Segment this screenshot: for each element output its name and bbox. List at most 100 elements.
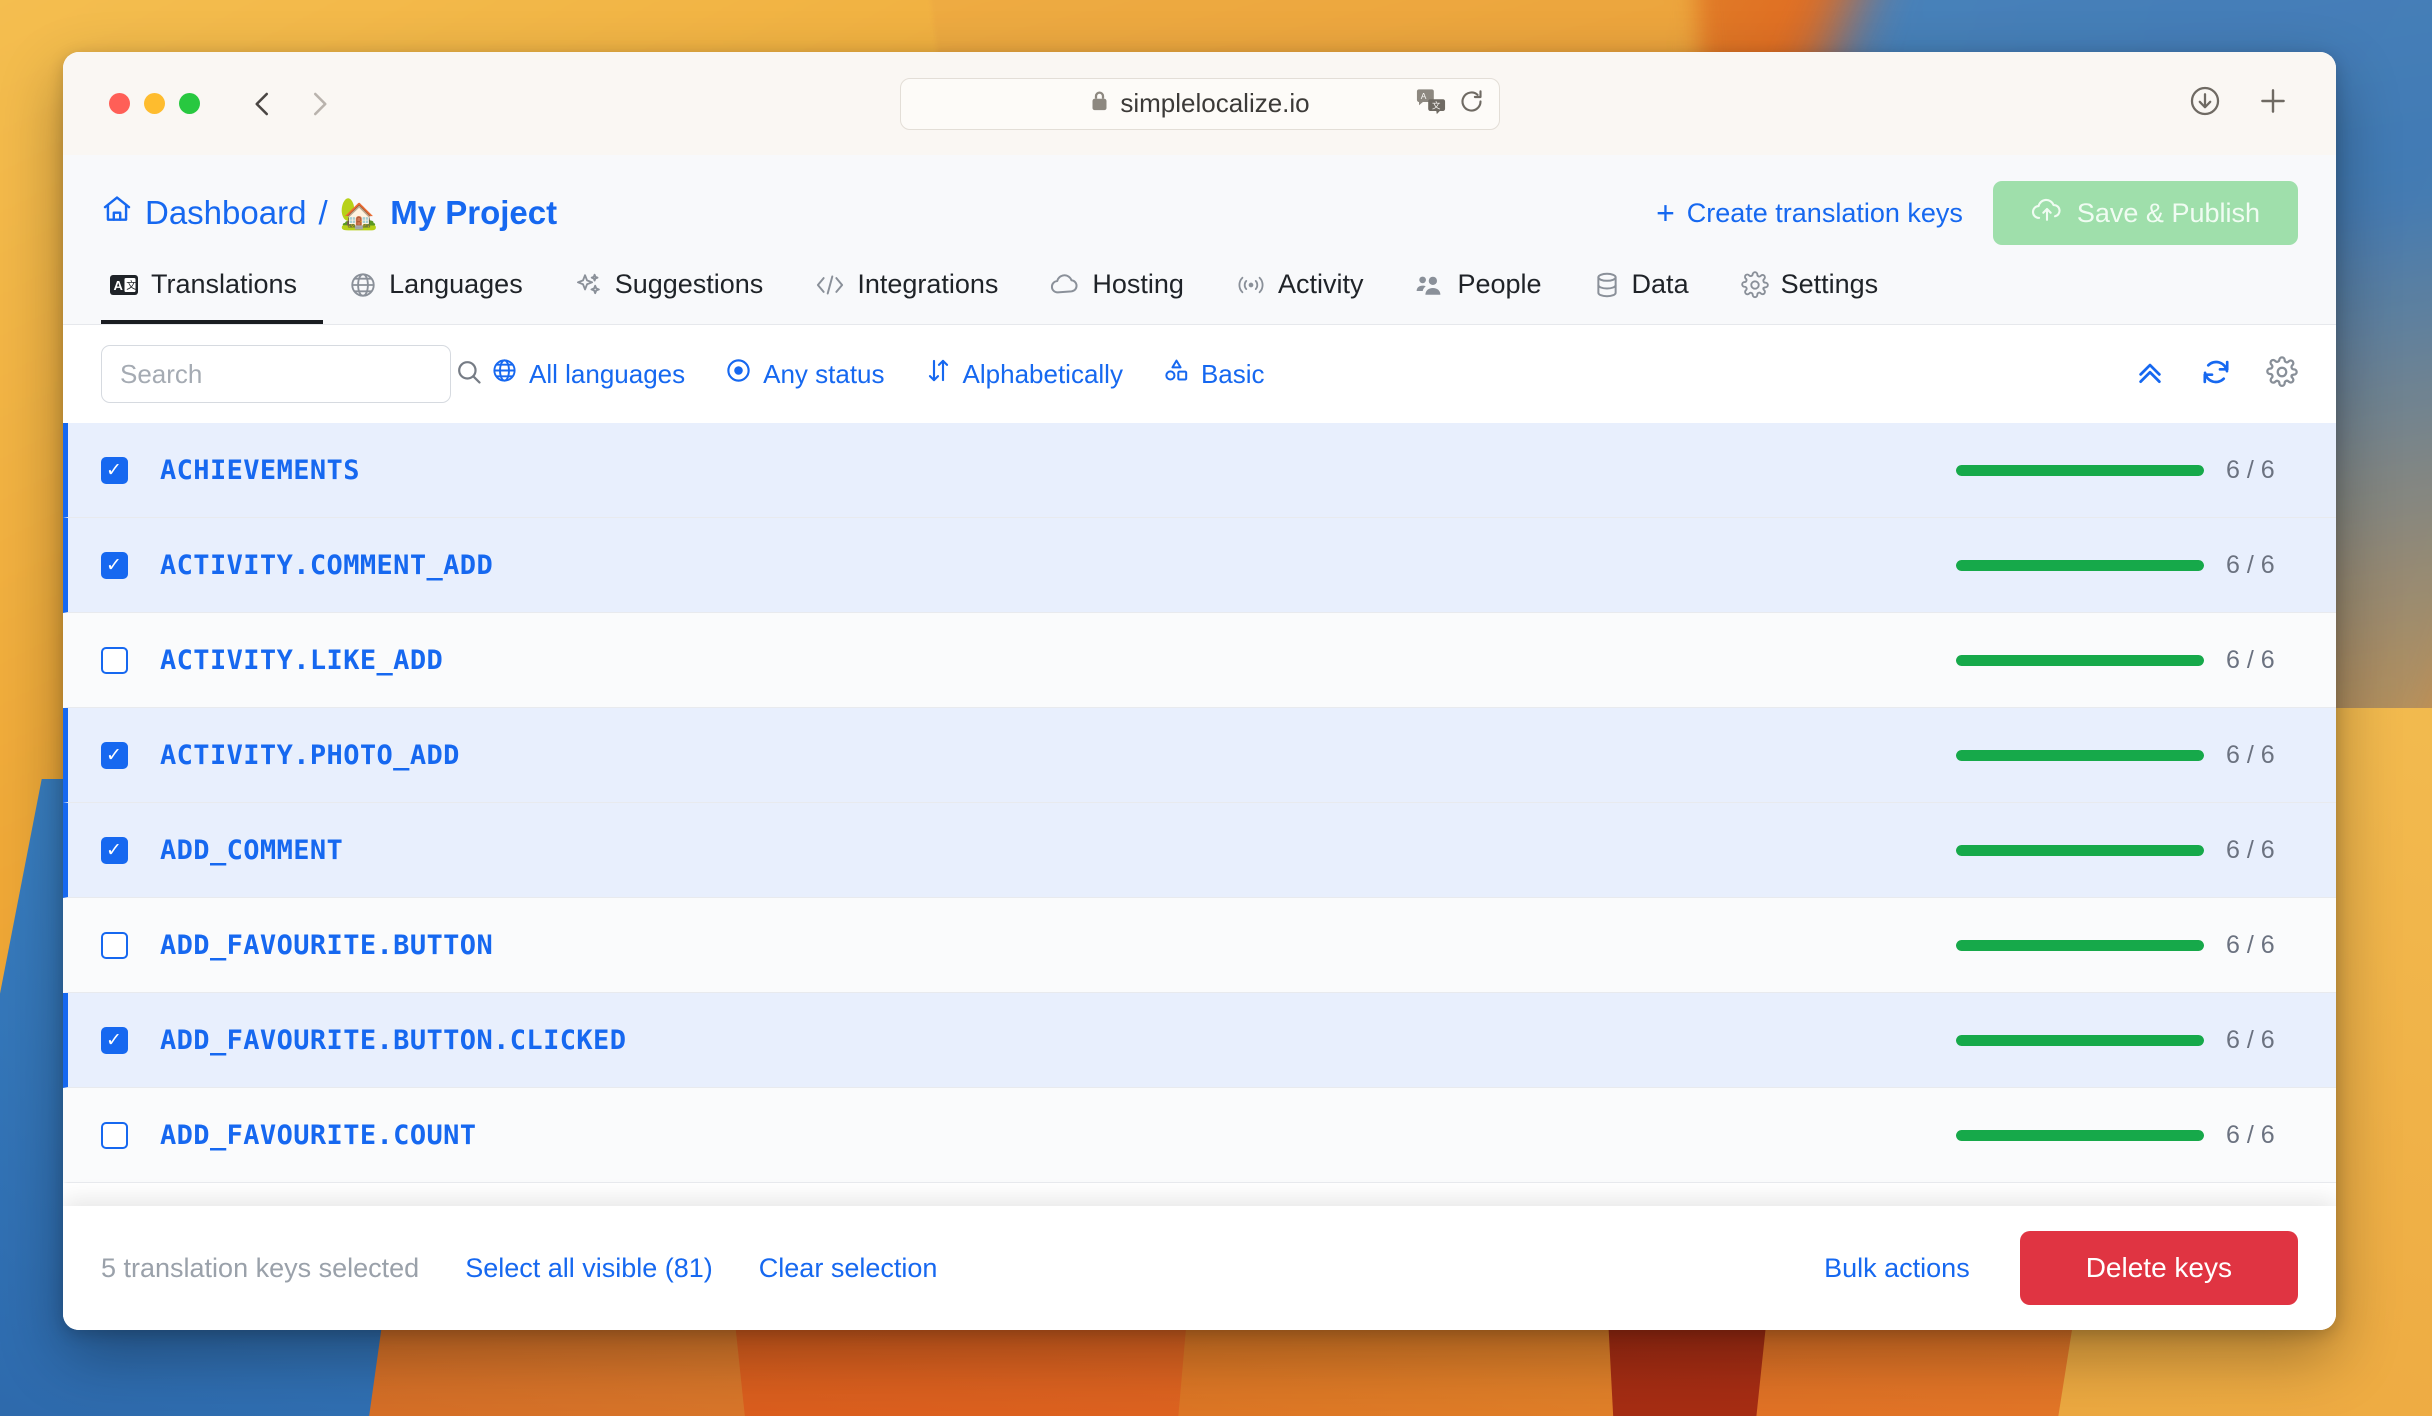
progress-count-label: 6 / 6 — [2226, 455, 2275, 484]
translation-key-label[interactable]: ADD_FAVOURITE.BUTTON — [160, 930, 493, 961]
gear-icon[interactable] — [2266, 355, 2298, 393]
refresh-icon[interactable] — [2200, 356, 2232, 393]
table-row[interactable]: ✓ ACHIEVEMENTS 6 / 6 — [63, 423, 2336, 518]
table-row[interactable]: ADD_FAVOURITE.BUTTON 6 / 6 — [63, 898, 2336, 993]
save-and-publish-button[interactable]: Save & Publish — [1992, 181, 2298, 245]
tab-settings[interactable]: Settings — [1715, 263, 1905, 324]
table-row[interactable]: ADD_FAVOURITE.COUNT 6 / 6 — [63, 1088, 2336, 1183]
collapse-all-icon[interactable] — [2134, 356, 2166, 393]
search-icon[interactable] — [455, 358, 483, 391]
breadcrumb-separator: / — [318, 194, 328, 231]
row-checkbox[interactable]: ✓ — [100, 1026, 128, 1054]
progress-bar — [1956, 464, 2204, 476]
filter-any-status[interactable]: Any status — [725, 357, 885, 391]
table-row[interactable]: ✓ ADD_FAVOURITE.BUTTON.CLICKED 6 / 6 — [63, 993, 2336, 1088]
progress-bar — [1956, 654, 2204, 666]
tab-label: People — [1457, 269, 1542, 299]
row-checkbox-cell[interactable]: ✓ — [68, 1026, 160, 1054]
row-checkbox-cell[interactable]: ✓ — [68, 456, 160, 484]
database-icon — [1594, 271, 1620, 299]
tab-people[interactable]: People — [1389, 263, 1567, 324]
forward-chevron-icon[interactable] — [304, 89, 334, 119]
translation-key-label[interactable]: ADD_FAVOURITE.BUTTON.CLICKED — [160, 1025, 626, 1056]
maximize-window-button[interactable] — [179, 93, 200, 114]
progress-bar — [1956, 1129, 2204, 1141]
translation-key-label[interactable]: ACHIEVEMENTS — [160, 455, 360, 486]
cloud-upload-icon — [2031, 196, 2063, 231]
tab-activity[interactable]: Activity — [1210, 263, 1390, 324]
table-row[interactable]: ✓ ACTIVITY.COMMENT_ADD 6 / 6 — [63, 518, 2336, 613]
address-bar[interactable]: simplelocalize.io A 文 — [899, 77, 1500, 130]
select-all-visible-button[interactable]: Select all visible (81) — [465, 1253, 713, 1284]
minimize-window-button[interactable] — [144, 93, 165, 114]
breadcrumb-dashboard-link[interactable]: Dashboard — [145, 194, 306, 232]
row-checkbox-cell[interactable] — [68, 646, 160, 674]
tab-label: Integrations — [857, 269, 999, 299]
progress-count-label: 6 / 6 — [2226, 645, 2275, 674]
reload-icon[interactable] — [1458, 88, 1485, 120]
lock-icon — [1089, 88, 1110, 120]
progress-count-label: 6 / 6 — [2226, 930, 2275, 959]
translate-icon[interactable]: A 文 — [1416, 88, 1446, 120]
check-icon: ✓ — [106, 839, 122, 861]
check-icon: ✓ — [106, 1029, 122, 1051]
translation-key-label[interactable]: ACTIVITY.COMMENT_ADD — [160, 550, 493, 581]
translation-key-label[interactable]: ACTIVITY.LIKE_ADD — [160, 645, 443, 676]
check-icon: ✓ — [106, 554, 122, 576]
filter-toolbar: All languages Any status — [63, 325, 2336, 423]
translation-key-label[interactable]: ACTIVITY.PHOTO_ADD — [160, 740, 460, 771]
delete-keys-button[interactable]: Delete keys — [2019, 1231, 2298, 1305]
row-progress-cell: 6 / 6 — [1956, 646, 2298, 675]
gear-icon — [1740, 270, 1769, 299]
row-checkbox[interactable] — [100, 1121, 128, 1149]
row-checkbox[interactable]: ✓ — [100, 551, 128, 579]
window-controls[interactable] — [109, 93, 200, 114]
close-window-button[interactable] — [109, 93, 130, 114]
row-checkbox[interactable]: ✓ — [100, 456, 128, 484]
row-progress-cell: 6 / 6 — [1956, 931, 2298, 960]
tab-data[interactable]: Data — [1568, 263, 1715, 324]
tab-translations[interactable]: A 文 Translations — [101, 263, 324, 324]
tab-hosting[interactable]: Hosting — [1024, 263, 1210, 324]
shapes-icon — [1163, 357, 1190, 391]
tab-suggestions[interactable]: Suggestions — [549, 263, 790, 324]
row-checkbox[interactable] — [100, 931, 128, 959]
bulk-actions-button[interactable]: Bulk actions — [1824, 1253, 1970, 1284]
row-checkbox-cell[interactable]: ✓ — [68, 551, 160, 579]
row-checkbox-cell[interactable]: ✓ — [68, 741, 160, 769]
search-box[interactable] — [101, 345, 481, 403]
translation-keys-list: ✓ ACHIEVEMENTS 6 / 6 ✓ ACTIVITY.COMMENT_ADD 6… — [63, 423, 2336, 1330]
row-progress-cell: 6 / 6 — [1956, 741, 2298, 770]
row-checkbox-cell[interactable]: ✓ — [68, 836, 160, 864]
progress-bar — [1956, 939, 2204, 951]
create-translation-keys-button[interactable]: + Create translation keys — [1656, 197, 1963, 229]
table-row[interactable]: ✓ ADD_COMMENT 6 / 6 — [63, 803, 2336, 898]
row-checkbox[interactable] — [100, 646, 128, 674]
selected-count-label: 5 translation keys selected — [101, 1252, 420, 1283]
translation-key-label[interactable]: ADD_COMMENT — [160, 835, 343, 866]
filter-all-languages[interactable]: All languages — [491, 357, 685, 391]
row-checkbox[interactable]: ✓ — [100, 836, 128, 864]
breadcrumb-project-name[interactable]: My Project — [390, 194, 557, 232]
row-checkbox-cell[interactable] — [68, 931, 160, 959]
row-checkbox[interactable]: ✓ — [100, 741, 128, 769]
filter-sort-alphabetically[interactable]: Alphabetically — [925, 357, 1123, 391]
clear-selection-button[interactable]: Clear selection — [759, 1253, 938, 1284]
translation-key-label[interactable]: ADD_FAVOURITE.COUNT — [160, 1120, 476, 1151]
progress-bar — [1956, 844, 2204, 856]
new-tab-plus-icon[interactable] — [2256, 84, 2290, 123]
search-input[interactable] — [120, 358, 455, 390]
tab-label: Hosting — [1092, 269, 1184, 299]
row-progress-cell: 6 / 6 — [1956, 1026, 2298, 1055]
tab-integrations[interactable]: Integrations — [789, 263, 1024, 324]
table-row[interactable]: ✓ ACTIVITY.PHOTO_ADD 6 / 6 — [63, 708, 2336, 803]
code-brackets-icon — [815, 272, 845, 298]
table-row[interactable]: ACTIVITY.LIKE_ADD 6 / 6 — [63, 613, 2336, 708]
tab-languages[interactable]: Languages — [323, 263, 549, 324]
filter-view-basic[interactable]: Basic — [1163, 357, 1265, 391]
download-icon[interactable] — [2188, 84, 2222, 123]
row-checkbox-cell[interactable] — [68, 1121, 160, 1149]
back-chevron-icon[interactable] — [248, 89, 278, 119]
globe-icon — [349, 271, 377, 299]
home-icon[interactable] — [101, 193, 133, 233]
